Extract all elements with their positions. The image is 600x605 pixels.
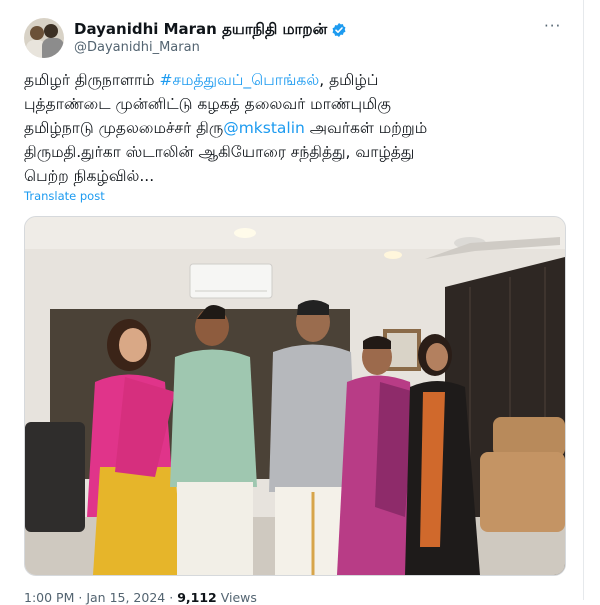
post-date[interactable]: Jan 15, 2024 [86, 590, 165, 605]
meta-separator: · [169, 590, 174, 605]
post-time[interactable]: 1:00 PM [24, 590, 74, 605]
post-text-segment: அவர்கள் மற்றும் [304, 119, 428, 137]
post-line-4: திருமதி.துர்கா ஸ்டாலின் ஆகியோரை சந்தித்த… [24, 143, 415, 161]
meta-separator: · [78, 590, 83, 605]
post-line-5: பெற்ற நிகழ்வில்... [24, 167, 155, 185]
post-line-3: தமிழ்நாடு முதலமைச்சர் திரு@mkstalin அவர்… [24, 116, 564, 140]
tweet-card: Dayanidhi Maran தயாநிதி மாறன் @Dayanidhi… [0, 0, 584, 605]
more-options-button[interactable]: ··· [544, 17, 561, 35]
post-line-2: புத்தாண்டை முன்னிட்டு கழகத் தலைவர் மாண்ப… [24, 95, 391, 113]
author-display-name[interactable]: Dayanidhi Maran தயாநிதி மாறன் [74, 20, 327, 40]
post-photo[interactable] [24, 216, 566, 576]
post-text: தமிழர் திருநாளாம் #சமத்துவப்_பொங்கல், தம… [24, 68, 564, 188]
verified-badge-icon [331, 22, 347, 38]
more-horizontal-icon: ··· [544, 17, 562, 35]
views-count: 9,112 [177, 590, 217, 605]
post-text-segment: தமிழ்நாடு முதலமைச்சர் திரு [24, 119, 224, 137]
author-avatar[interactable] [24, 18, 64, 58]
author-handle[interactable]: @Dayanidhi_Maran [74, 40, 200, 55]
post-text-segment: தமிழர் திருநாளாம் [24, 71, 160, 89]
views-label: Views [220, 590, 257, 605]
post-text-segment: , தமிழ்ப் [319, 71, 379, 89]
mention-link[interactable]: @mkstalin [223, 119, 305, 137]
translate-post-link[interactable]: Translate post [24, 189, 105, 203]
post-meta: 1:00 PM · Jan 15, 2024 · 9,112 Views [24, 590, 257, 605]
author-name-row: Dayanidhi Maran தயாநிதி மாறன் [74, 20, 347, 40]
post-line-1: தமிழர் திருநாளாம் #சமத்துவப்_பொங்கல், தம… [24, 68, 564, 92]
hashtag-link[interactable]: #சமத்துவப்_பொங்கல் [159, 71, 319, 89]
